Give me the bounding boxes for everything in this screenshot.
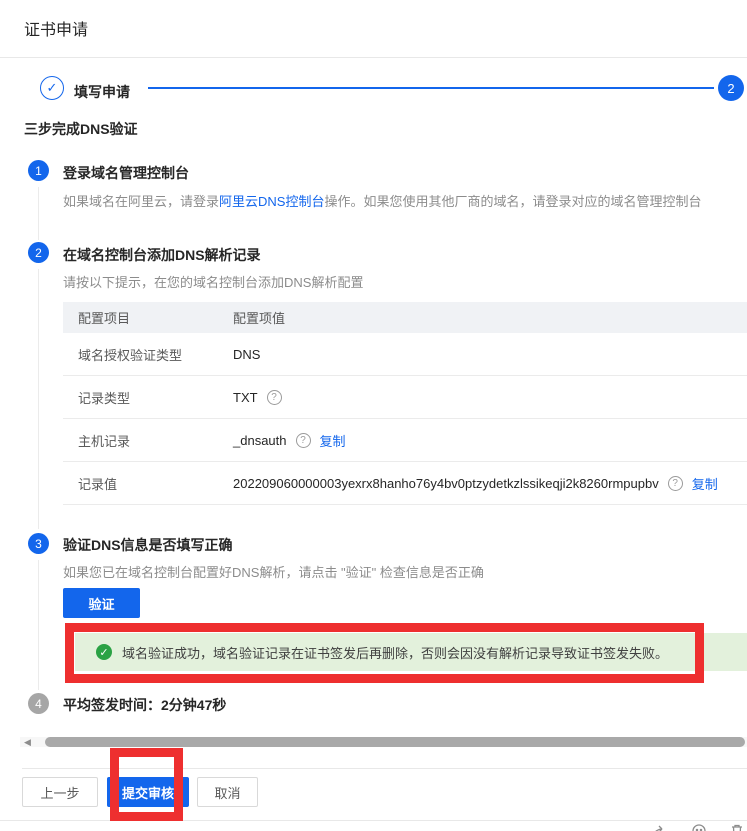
stepper-step1-done-circle: ✓: [40, 76, 64, 100]
step-connector-2-3: [38, 269, 39, 529]
stepper-step1-label: 填写申请: [74, 82, 130, 102]
success-alert-text: 域名验证成功，域名验证记录在证书签发后再删除，否则会因没有解析记录导致证书签发失…: [122, 643, 668, 662]
header-divider: [0, 57, 747, 58]
stepper-step2-circle: 2: [718, 75, 744, 101]
step2-title: 在域名控制台添加DNS解析记录: [63, 245, 261, 265]
column-header-item: 配置项目: [63, 308, 233, 327]
section-heading: 三步完成DNS验证: [24, 119, 138, 139]
step4-issue-time: 平均签发时间：2分钟47秒: [63, 695, 226, 715]
step1-desc-suffix: 操作。如果您使用其他厂商的域名，请登录对应的域名管理控制台: [324, 194, 701, 209]
step1-title: 登录域名管理控制台: [63, 163, 189, 183]
row-value: _dnsauth: [233, 433, 287, 448]
step3-title: 验证DNS信息是否填写正确: [63, 535, 233, 555]
step4-label: 平均签发时间：: [63, 697, 161, 713]
copy-record-value-link[interactable]: 复制: [692, 474, 718, 493]
table-row: 域名授权验证类型 DNS: [63, 333, 747, 376]
copy-host-record-link[interactable]: 复制: [320, 431, 346, 450]
certificate-application-page: 证书申请 ✓ 填写申请 2 三步完成DNS验证 1 登录域名管理控制台 如果域名…: [0, 0, 747, 831]
question-circle-icon[interactable]: ?: [267, 390, 282, 405]
arrow-left-icon[interactable]: ◀: [24, 736, 31, 748]
previous-step-button[interactable]: 上一步: [22, 777, 98, 807]
table-row: 记录类型 TXT ?: [63, 376, 747, 419]
step3-number-circle: 3: [28, 533, 49, 554]
row-label: 记录类型: [63, 388, 233, 407]
stepper-connector-line: [148, 87, 714, 89]
submit-review-button[interactable]: 提交审核: [107, 777, 189, 807]
step1-desc-prefix: 如果域名在阿里云，请登录: [63, 194, 219, 209]
row-value: 202209060000003yexrx8hanho76y4bv0ptzydet…: [233, 476, 659, 491]
step4-value: 2分钟47秒: [161, 697, 226, 713]
table-row: 记录值 202209060000003yexrx8hanho76y4bv0ptz…: [63, 462, 747, 505]
horizontal-scrollbar-thumb[interactable]: [45, 737, 745, 747]
success-alert: ✓ 域名验证成功，域名验证记录在证书签发后再删除，否则会因没有解析记录导致证书签…: [75, 633, 747, 671]
step1-number-circle: 1: [28, 160, 49, 181]
trash-icon[interactable]: [729, 823, 745, 831]
row-value: DNS: [233, 347, 260, 362]
share-icon[interactable]: [651, 823, 667, 831]
page-title: 证书申请: [24, 16, 88, 40]
row-label: 主机记录: [63, 431, 233, 450]
step2-description: 请按以下提示，在您的域名控制台添加DNS解析配置: [63, 272, 363, 291]
check-icon: ✓: [47, 80, 58, 96]
aliyun-dns-console-link[interactable]: 阿里云DNS控制台: [219, 194, 324, 209]
step1-description: 如果域名在阿里云，请登录阿里云DNS控制台操作。如果您使用其他厂商的域名，请登录…: [63, 191, 701, 210]
verify-button[interactable]: 验证: [63, 588, 140, 618]
step4-number-circle: 4: [28, 693, 49, 714]
step-connector-3-4: [38, 560, 39, 690]
column-header-value: 配置项值: [233, 308, 747, 327]
footer-divider: [22, 768, 747, 769]
row-label: 域名授权验证类型: [63, 345, 233, 364]
table-header-row: 配置项目 配置项值: [63, 302, 747, 333]
dns-config-table: 配置项目 配置项值 域名授权验证类型 DNS 记录类型 TXT ? 主机记录 _…: [63, 302, 747, 505]
step-connector-1-2: [38, 187, 39, 240]
step2-number-circle: 2: [28, 242, 49, 263]
row-label: 记录值: [63, 474, 233, 493]
question-circle-icon[interactable]: ?: [296, 433, 311, 448]
smiley-icon[interactable]: [691, 823, 707, 831]
check-circle-icon: ✓: [96, 644, 112, 660]
table-row: 主机记录 _dnsauth ? 复制: [63, 419, 747, 462]
step3-description: 如果您已在域名控制台配置好DNS解析，请点击 "验证" 检查信息是否正确: [63, 562, 484, 581]
bottom-divider: [0, 820, 747, 821]
cancel-button[interactable]: 取消: [197, 777, 258, 807]
question-circle-icon[interactable]: ?: [668, 476, 683, 491]
row-value: TXT: [233, 390, 258, 405]
